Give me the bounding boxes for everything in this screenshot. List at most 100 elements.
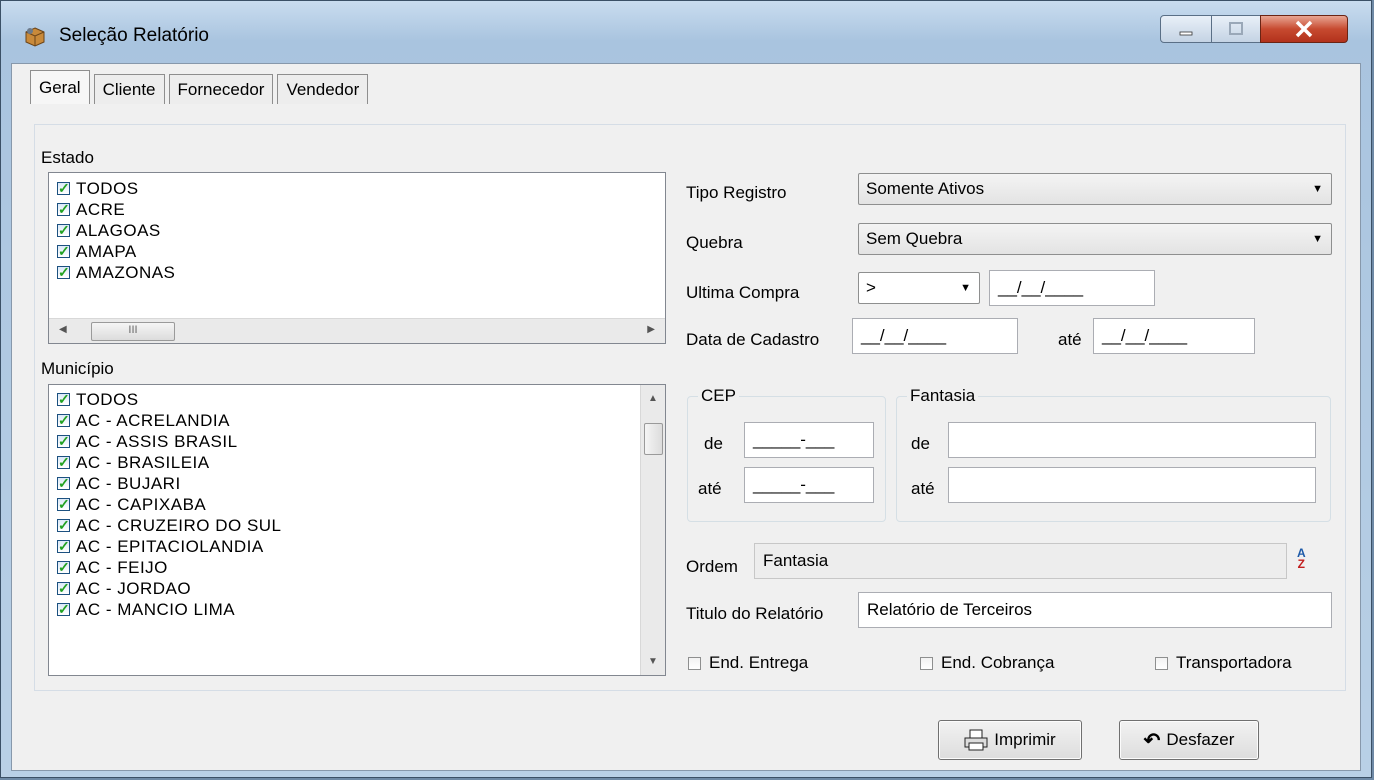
desfazer-button[interactable]: ↶ Desfazer [1119, 720, 1259, 760]
checkbox[interactable] [57, 452, 70, 473]
close-icon [1295, 20, 1313, 38]
checkbox[interactable] [57, 557, 70, 578]
dialog-client-area: Geral Cliente Fornecedor Vendedor Estado… [11, 63, 1361, 771]
quebra-select[interactable]: Sem Quebra ▼ [858, 223, 1332, 255]
ultima-compra-operator-select[interactable]: > ▼ [858, 272, 980, 304]
transportadora-checkbox[interactable]: Transportadora [1155, 653, 1292, 673]
tab-vendedor[interactable]: Vendedor [277, 74, 369, 104]
checkbox[interactable] [57, 178, 70, 199]
checkbox[interactable] [57, 515, 70, 536]
ultima-compra-operator-value: > [866, 278, 876, 297]
imprimir-label: Imprimir [994, 730, 1056, 749]
cep-ate-input[interactable]: _____-___ [744, 467, 874, 503]
window-title: Seleção Relatório [59, 25, 209, 46]
list-item[interactable]: TODOS [49, 178, 665, 199]
close-button[interactable] [1260, 15, 1348, 43]
printer-icon [964, 729, 988, 751]
scroll-right-icon[interactable]: ▶ [647, 324, 655, 335]
checkbox[interactable] [1155, 656, 1168, 670]
checkbox[interactable] [57, 220, 70, 241]
list-item[interactable]: TODOS [49, 389, 665, 410]
list-item[interactable]: AC - CRUZEIRO DO SUL [49, 515, 665, 536]
ordem-field[interactable]: Fantasia [754, 543, 1287, 579]
data-cadastro-ate-label: até [1058, 330, 1082, 349]
checkbox[interactable] [57, 410, 70, 431]
checkbox[interactable] [57, 389, 70, 410]
checkbox[interactable] [57, 431, 70, 452]
list-item[interactable]: AC - BRASILEIA [49, 452, 665, 473]
estado-label: Estado [41, 148, 94, 167]
list-item[interactable]: AC - CAPIXABA [49, 494, 665, 515]
undo-icon: ↶ [1143, 729, 1161, 752]
titulo-input[interactable]: Relatório de Terceiros [858, 592, 1332, 628]
chevron-down-icon: ▼ [1312, 233, 1323, 245]
municipio-label: Município [41, 359, 114, 378]
municipio-list[interactable]: TODOS AC - ACRELANDIA AC - ASSIS BRASIL … [48, 384, 666, 676]
fantasia-group-label: Fantasia [907, 386, 979, 406]
list-item[interactable]: AC - FEIJO [49, 557, 665, 578]
tipo-registro-select[interactable]: Somente Ativos ▼ [858, 173, 1332, 205]
list-item[interactable]: AC - BUJARI [49, 473, 665, 494]
chevron-down-icon: ▼ [960, 282, 971, 294]
tipo-registro-label: Tipo Registro [686, 183, 787, 202]
minimize-button[interactable] [1160, 15, 1212, 43]
titulo-label: Titulo do Relatório [686, 604, 824, 623]
maximize-button[interactable] [1211, 15, 1261, 43]
end-entrega-checkbox[interactable]: End. Entrega [688, 653, 808, 673]
checkbox[interactable] [57, 199, 70, 220]
cep-group-label: CEP [698, 386, 739, 406]
fantasia-de-input[interactable] [948, 422, 1316, 458]
checkbox[interactable] [57, 578, 70, 599]
list-item[interactable]: AC - MANCIO LIMA [49, 599, 665, 620]
list-item[interactable]: AC - EPITACIOLANDIA [49, 536, 665, 557]
data-cadastro-label: Data de Cadastro [686, 330, 820, 349]
checkbox[interactable] [920, 656, 933, 670]
checkbox[interactable] [57, 536, 70, 557]
tipo-registro-value: Somente Ativos [866, 179, 985, 198]
scroll-thumb[interactable]: III [91, 322, 175, 341]
list-item[interactable]: AMAPA [49, 241, 665, 262]
cep-group: CEP de _____-___ até _____-___ [687, 386, 886, 522]
tab-cliente[interactable]: Cliente [93, 74, 165, 104]
checkbox[interactable] [688, 656, 701, 670]
checkbox[interactable] [57, 473, 70, 494]
vertical-scrollbar[interactable]: ▲ ▼ [640, 385, 665, 675]
scroll-thumb[interactable] [644, 423, 663, 455]
cep-ate-label: até [698, 479, 722, 498]
list-item[interactable]: AC - ACRELANDIA [49, 410, 665, 431]
fantasia-ate-input[interactable] [948, 467, 1316, 503]
scroll-down-icon[interactable]: ▼ [648, 656, 658, 667]
desfazer-label: Desfazer [1166, 730, 1235, 749]
package-icon [25, 27, 45, 47]
sort-az-icon[interactable]: AZ [1297, 547, 1306, 570]
quebra-label: Quebra [686, 233, 743, 252]
tab-geral[interactable]: Geral [30, 70, 90, 104]
title-bar[interactable]: Seleção Relatório [1, 1, 1371, 63]
checkbox[interactable] [57, 241, 70, 262]
tab-fornecedor[interactable]: Fornecedor [168, 74, 274, 104]
checkbox[interactable] [57, 494, 70, 515]
fantasia-ate-label: até [911, 479, 935, 498]
scroll-up-icon[interactable]: ▲ [648, 393, 658, 404]
cep-de-input[interactable]: _____-___ [744, 422, 874, 458]
list-item[interactable]: AC - JORDAO [49, 578, 665, 599]
list-item[interactable]: ALAGOAS [49, 220, 665, 241]
chevron-down-icon: ▼ [1312, 183, 1323, 195]
tab-strip: Geral Cliente Fornecedor Vendedor [30, 70, 372, 104]
data-cadastro-to-input[interactable]: __/__/____ [1093, 318, 1255, 354]
checkbox[interactable] [57, 262, 70, 283]
imprimir-button[interactable]: Imprimir [938, 720, 1082, 760]
ultima-compra-label: Ultima Compra [686, 283, 800, 302]
list-item[interactable]: ACRE [49, 199, 665, 220]
cep-de-label: de [704, 434, 723, 453]
list-item[interactable]: AMAZONAS [49, 262, 665, 283]
list-item[interactable]: AC - ASSIS BRASIL [49, 431, 665, 452]
fantasia-de-label: de [911, 434, 930, 453]
scroll-left-icon[interactable]: ◀ [59, 324, 67, 335]
horizontal-scrollbar[interactable]: ◀ III ▶ [49, 318, 665, 343]
data-cadastro-from-input[interactable]: __/__/____ [852, 318, 1018, 354]
checkbox[interactable] [57, 599, 70, 620]
estado-list[interactable]: TODOS ACRE ALAGOAS AMAPA AMAZONAS ◀ III … [48, 172, 666, 344]
ultima-compra-date-input[interactable]: __/__/____ [989, 270, 1155, 306]
end-cobranca-checkbox[interactable]: End. Cobrança [920, 653, 1054, 673]
